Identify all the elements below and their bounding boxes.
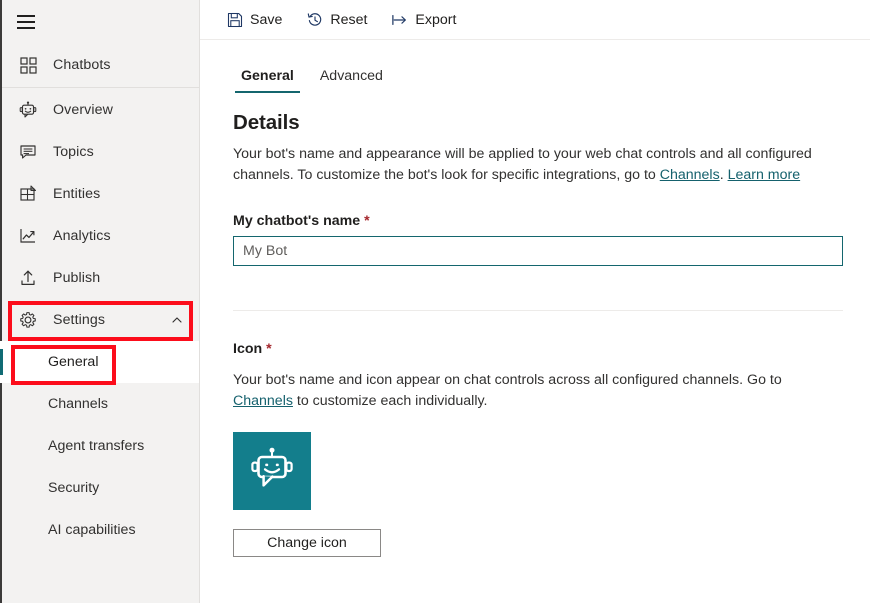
details-description-text2: . [719,167,728,183]
hamburger-icon[interactable] [17,15,35,29]
sidebar-item-topics[interactable]: Topics [0,131,199,173]
sidebar-item-settings[interactable]: Settings [0,299,199,341]
sidebar-item-label: Overview [53,102,113,118]
sidebar-item-overview[interactable]: Overview [0,89,199,131]
sidebar-divider [0,87,199,88]
sidebar-item-chatbots[interactable]: Chatbots [0,44,199,86]
required-asterisk: * [364,213,370,229]
sidebar-subitem-security[interactable]: Security [0,467,199,509]
analytics-icon [17,225,39,247]
robot-icon [17,99,39,121]
page-title: Details [233,111,300,134]
details-description: Your bot's name and appearance will be a… [233,144,818,186]
sidebar-subitem-general[interactable]: General [0,341,199,383]
sidebar-subitem-label: Agent transfers [48,438,145,454]
export-label: Export [415,11,457,28]
icon-description-text2: to customize each individually. [292,393,488,409]
sidebar-item-analytics[interactable]: Analytics [0,215,199,257]
sidebar-subitem-channels[interactable]: Channels [0,383,199,425]
reset-clock-icon [306,11,323,28]
sidebar-subitem-agent-transfers[interactable]: Agent transfers [0,425,199,467]
publish-icon [17,267,39,289]
sidebar-item-label: Publish [53,270,101,286]
sidebar-subitem-ai-capabilities[interactable]: AI capabilities [0,509,199,551]
chatbot-name-label-text: My chatbot's name [233,213,361,229]
chat-icon [17,141,39,163]
save-button[interactable]: Save [218,5,290,35]
icon-description: Your bot's name and icon appear on chat … [233,370,818,412]
icon-section-label: Icon * [233,341,843,357]
chatbot-name-label: My chatbot's name * [233,213,843,229]
sidebar-item-label: Analytics [53,228,111,244]
save-icon [226,11,243,28]
channels-link[interactable]: Channels [233,393,293,409]
export-arrow-icon [391,11,408,28]
gear-icon [17,309,39,331]
sidebar-item-label: Entities [53,186,101,202]
sidebar-item-publish[interactable]: Publish [0,257,199,299]
command-toolbar: Save Reset Export [200,0,870,40]
change-icon-button[interactable]: Change icon [233,529,381,557]
sidebar-item-label: Chatbots [53,57,111,73]
sidebar-item-label: Settings [53,312,106,328]
learn-more-link[interactable]: Learn more [728,167,801,183]
sidebar-subitem-label: Security [48,480,100,496]
sidebar-subitem-label: Channels [48,396,108,412]
icon-description-text1: Your bot's name and icon appear on chat … [233,372,782,388]
selection-indicator [0,349,3,375]
save-label: Save [250,11,283,28]
reset-button[interactable]: Reset [298,5,375,35]
reset-label: Reset [330,11,368,28]
tab-advanced[interactable]: Advanced [312,66,391,93]
section-divider [233,310,843,311]
tab-bar: General Advanced [233,66,843,93]
hamburger-menu-button[interactable] [0,0,199,44]
grid-icon [17,54,39,76]
icon-section-label-text: Icon [233,341,263,357]
entities-icon [17,183,39,205]
sidebar-item-entities[interactable]: Entities [0,173,199,215]
required-asterisk: * [266,341,272,357]
sidebar-item-label: Topics [53,144,94,160]
sidebar: Chatbots Overview Topics Entities Analyt… [0,0,200,603]
sidebar-subitem-label: General [48,354,99,370]
chatbot-name-input[interactable] [233,236,843,266]
settings-panel: General Advanced Details Your bot's name… [200,40,870,557]
app-root: Chatbots Overview Topics Entities Analyt… [0,0,870,603]
channels-link[interactable]: Channels [660,167,720,183]
bot-icon-tile[interactable] [233,432,311,510]
main-content: Save Reset Export General Advanced Detai… [200,0,870,603]
chevron-up-icon[interactable] [171,314,183,326]
sidebar-subitem-label: AI capabilities [48,522,136,538]
tab-general[interactable]: General [233,66,302,93]
export-button[interactable]: Export [383,5,464,35]
bot-avatar-icon [249,446,295,497]
